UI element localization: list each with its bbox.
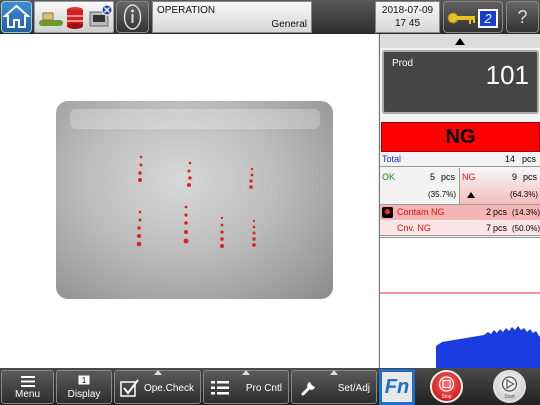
triangle-up-icon [242,370,250,375]
panel-scroll-up[interactable] [380,34,540,48]
mode-subtitle: General [271,19,307,30]
cnv-ng-row[interactable]: Cnv. NG 7 pcs (50.0%) [380,221,540,236]
start-icon: Start [501,376,518,400]
cnv-value: 7 [485,223,491,233]
stop-button[interactable]: Stop [430,370,463,403]
mode-title: OPERATION [157,5,216,16]
stop-icon: Stop [438,376,455,400]
contaminant-markers [136,155,256,248]
signal-area [436,326,540,369]
start-button[interactable]: Start [493,370,526,403]
set-adj-button[interactable]: Set/Adj [291,370,377,404]
status-panel: Prod 101 NG Total 14 pcs OK 5 pcs (35.7%… [379,34,540,369]
contam-value: 2 [485,207,491,217]
ng-percent: (64.3%) [509,190,538,199]
display-icon: 1 [78,375,90,385]
prod-count: 101 [485,60,529,90]
date-text: 2018-07-09 [381,5,434,16]
contaminant-icon: ✹ [382,207,393,218]
display-label: Display [67,389,101,400]
ok-ng-row: OK 5 pcs (35.7%) NG 9 pcs (64.3%) [380,168,540,204]
ok-cell: OK 5 pcs (35.7%) [380,168,460,204]
ng-value: 9 [511,172,517,182]
menu-icon [21,376,35,387]
database-icon [67,7,83,29]
trend-graph-plot [380,292,540,369]
top-bar: OPERATION General 2018-07-09 17 45 2 ? [0,0,540,34]
bottom-toolbar: Menu 1 Display Ope.Check Pro Cntl Set/Ad… [0,368,540,405]
svg-text:1: 1 [82,376,87,385]
house-icon [2,4,31,28]
pro-cntl-label: Pro Cntl [245,383,282,394]
start-label: Start [504,394,515,400]
cnv-percent: (50.0%) [511,224,540,233]
xray-image-view[interactable] [0,34,378,368]
contam-unit: pcs [492,207,507,217]
ope-check-button[interactable]: Ope.Check [114,370,201,404]
ng-cell[interactable]: NG 9 pcs (64.3%) [460,168,540,204]
total-row: Total 14 pcs [380,152,540,167]
help-button[interactable]: ? [506,1,539,33]
time-text: 17 45 [394,18,421,29]
login-level-button[interactable]: 2 [443,1,503,33]
display-button[interactable]: 1 Display [56,370,112,404]
ng-unit: pcs [522,172,537,182]
ng-label: NG [462,172,476,182]
info-icon [123,4,142,30]
conveyor-icon [39,12,63,26]
key-icon [447,12,475,24]
menu-button[interactable]: Menu [1,370,54,404]
info-button[interactable] [116,1,149,33]
judgement-banner: NG [381,122,540,152]
status-icons-panel [34,1,114,33]
production-counter[interactable]: Prod 101 [382,50,539,114]
home-button[interactable] [1,1,32,33]
function-button[interactable]: Fn [379,369,415,405]
contam-label: Contam NG [397,207,445,217]
total-value: 14 [504,154,515,164]
question-icon: ? [517,7,528,27]
contam-ng-row[interactable]: ✹ Contam NG 2 pcs (14.3%) [380,204,540,220]
triangle-up-icon [467,192,475,198]
triangle-up-icon [330,370,338,375]
ope-check-label: Ope.Check [143,383,194,394]
cnv-label: Cnv. NG [397,223,431,233]
operation-mode-display: OPERATION General [152,1,312,33]
ok-percent: (35.7%) [427,190,456,199]
ok-unit: pcs [440,172,455,182]
pro-cntl-button[interactable]: Pro Cntl [203,370,289,404]
trend-graph [380,237,540,369]
ok-value: 5 [429,172,435,182]
cnv-unit: pcs [492,223,507,233]
datetime-display: 2018-07-09 17 45 [375,1,440,33]
wrench-icon [301,382,315,396]
triangle-up-icon [455,38,465,45]
checkbox-icon [120,379,139,397]
contam-percent: (14.3%) [511,208,540,217]
total-label: Total [382,154,402,164]
inspection-screen: OPERATION General 2018-07-09 17 45 2 ? P… [0,0,540,405]
set-adj-label: Set/Adj [337,383,370,394]
user-level-badge: 2 [478,9,498,28]
triangle-up-icon [153,370,162,375]
stop-label: Stop [441,394,452,400]
ok-label: OK [382,172,396,182]
list-icon [211,381,229,395]
printer-disabled-icon [89,4,113,27]
menu-label: Menu [14,389,40,400]
total-unit: pcs [521,154,536,164]
